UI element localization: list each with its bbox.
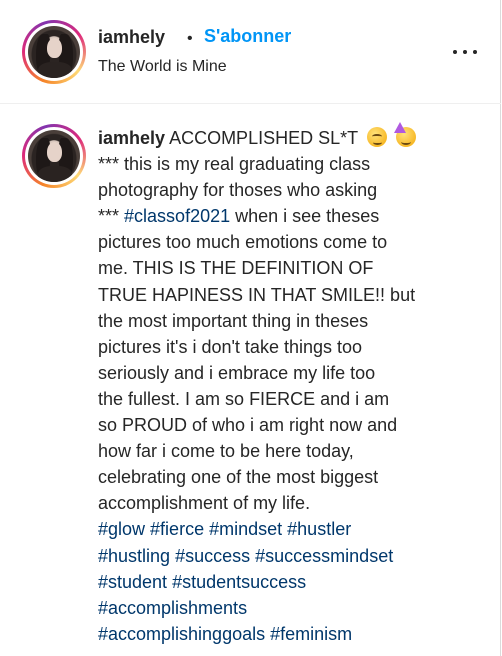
hashtag-link[interactable]: #successmindset bbox=[255, 546, 393, 566]
avatar-photo bbox=[28, 26, 80, 78]
hashtag-link[interactable]: #accomplishments bbox=[98, 598, 247, 618]
header-subtitle[interactable]: The World is Mine bbox=[98, 58, 227, 76]
hashtag-line: #accomplishinggoals #feminism bbox=[98, 621, 490, 647]
hashtag-link[interactable]: #glow bbox=[98, 519, 145, 539]
caption-line: so PROUD of who i am right now and bbox=[98, 415, 398, 436]
hashtag-link[interactable]: #mindset bbox=[209, 519, 282, 539]
header-separator: • bbox=[187, 30, 193, 47]
follow-button[interactable]: S'abonner bbox=[204, 26, 291, 47]
caption-first-line: iamhely ACCOMPLISHED SL*T bbox=[98, 122, 490, 151]
caption-line: the fullest. I am so FIERCE and i am bbox=[98, 388, 390, 409]
hashtag-link[interactable]: #fierce bbox=[150, 519, 204, 539]
header-username[interactable]: iamhely bbox=[98, 27, 165, 48]
caption-headline: ACCOMPLISHED SL*T bbox=[169, 128, 358, 148]
caption-line: seriously and i embrace my life too bbox=[98, 362, 376, 383]
hashtag-link[interactable]: #feminism bbox=[270, 624, 352, 644]
header-avatar[interactable] bbox=[22, 20, 86, 84]
hashtag-line: #student #studentsuccess bbox=[98, 569, 490, 595]
hashtag-link[interactable]: #student bbox=[98, 572, 167, 592]
post-header: iamhely • S'abonner The World is Mine bbox=[0, 0, 501, 104]
caption-line: me. THIS IS THE DEFINITION OF bbox=[98, 258, 374, 279]
caption-line: pictures too much emotions come to bbox=[98, 232, 388, 253]
hashtag-line: #hustling #success #successmindset bbox=[98, 543, 490, 569]
caption-line: *** #classof2021 when i see theses bbox=[98, 203, 490, 229]
caption-line: *** this is my real graduating class bbox=[98, 154, 371, 175]
caption-line: how far i come to be here today, bbox=[98, 441, 354, 462]
caption-username[interactable]: iamhely bbox=[98, 128, 165, 148]
caption-avatar[interactable] bbox=[22, 124, 86, 188]
post-panel: iamhely • S'abonner The World is Mine ia… bbox=[0, 0, 501, 656]
hashtag-link[interactable]: #hustler bbox=[287, 519, 351, 539]
hashtag-link[interactable]: #classof2021 bbox=[124, 206, 230, 226]
avatar-photo bbox=[28, 130, 80, 182]
caption-line: pictures it's i don't take things too bbox=[98, 336, 363, 357]
post-caption: iamhely ACCOMPLISHED SL*T *** this is my… bbox=[98, 122, 490, 647]
caption-line: the most important thing in theses bbox=[98, 310, 369, 331]
hashtag-line: #accomplishments bbox=[98, 595, 490, 621]
hashtag-link[interactable]: #success bbox=[175, 546, 250, 566]
caption-text: when i see theses bbox=[235, 206, 380, 227]
hashtag-link[interactable]: #accomplishinggoals bbox=[98, 624, 265, 644]
hashtag-link[interactable]: #hustling bbox=[98, 546, 170, 566]
hashtag-line: #glow #fierce #mindset #hustler bbox=[98, 516, 490, 542]
caption-line: celebrating one of the most biggest bbox=[98, 467, 379, 488]
partying-face-icon bbox=[393, 122, 416, 147]
caption-line: TRUE HAPINESS IN THAT SMILE!! but bbox=[98, 284, 416, 305]
hashtag-link[interactable]: #studentsuccess bbox=[172, 572, 306, 592]
caption-line: photography for thoses who asking bbox=[98, 180, 378, 201]
smirking-face-icon bbox=[366, 127, 387, 147]
caption-line: accomplishment of my life. bbox=[98, 493, 311, 514]
caption-text: *** bbox=[98, 206, 120, 227]
more-options-icon[interactable] bbox=[451, 40, 479, 64]
